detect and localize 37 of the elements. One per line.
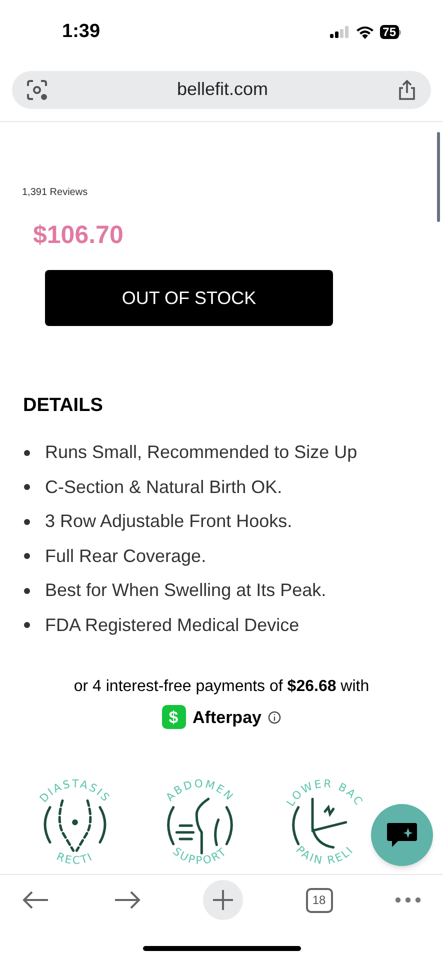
chat-sparkle-icon <box>386 821 418 850</box>
detail-item: C-Section & Natural Birth OK. <box>45 476 282 499</box>
bullet-icon <box>24 484 30 490</box>
detail-item: Best for When Swelling at Its Peak. <box>45 579 326 602</box>
back-arrow-icon[interactable] <box>22 890 50 910</box>
details-heading: DETAILS <box>23 394 104 418</box>
more-icon[interactable] <box>395 897 421 904</box>
url-text: bellefit.com <box>176 78 268 102</box>
bullet-icon <box>24 518 30 525</box>
price: $106.70 <box>33 220 124 251</box>
battery-indicator: 75 <box>380 25 399 40</box>
forward-arrow-icon[interactable] <box>112 890 140 910</box>
bullet-icon <box>24 588 30 594</box>
afterpay-text: or 4 interest-free payments of $26.68 with <box>74 676 370 697</box>
detail-item: Full Rear Coverage. <box>45 544 206 568</box>
detail-item: 3 Row Adjustable Front Hooks. <box>45 510 292 534</box>
chat-button[interactable] <box>371 804 433 866</box>
cash-app-icon: $ <box>162 705 186 730</box>
tabs-button[interactable]: 18 <box>306 888 332 913</box>
afterpay-brand: Afterpay <box>192 706 262 729</box>
status-time: 1:39 <box>62 20 100 44</box>
detail-item: Runs Small, Recommended to Size Up <box>45 441 358 464</box>
detail-item: FDA Registered Medical Device <box>45 614 300 637</box>
share-icon[interactable] <box>396 78 417 101</box>
review-count: 1,391 Reviews <box>22 186 89 200</box>
badge-label: SUPPORT <box>170 844 230 868</box>
info-icon[interactable] <box>268 710 282 724</box>
address-bar[interactable]: bellefit.com <box>12 70 431 109</box>
signal-icon <box>330 26 350 38</box>
bullet-icon <box>24 553 30 560</box>
bullet-icon <box>24 450 30 456</box>
new-tab-button[interactable] <box>203 880 243 920</box>
bullet-icon <box>24 622 30 628</box>
badge-label: RECTI <box>54 850 96 868</box>
plus-icon <box>213 890 233 910</box>
wifi-icon <box>356 26 374 39</box>
camera-search-icon[interactable] <box>26 78 48 101</box>
